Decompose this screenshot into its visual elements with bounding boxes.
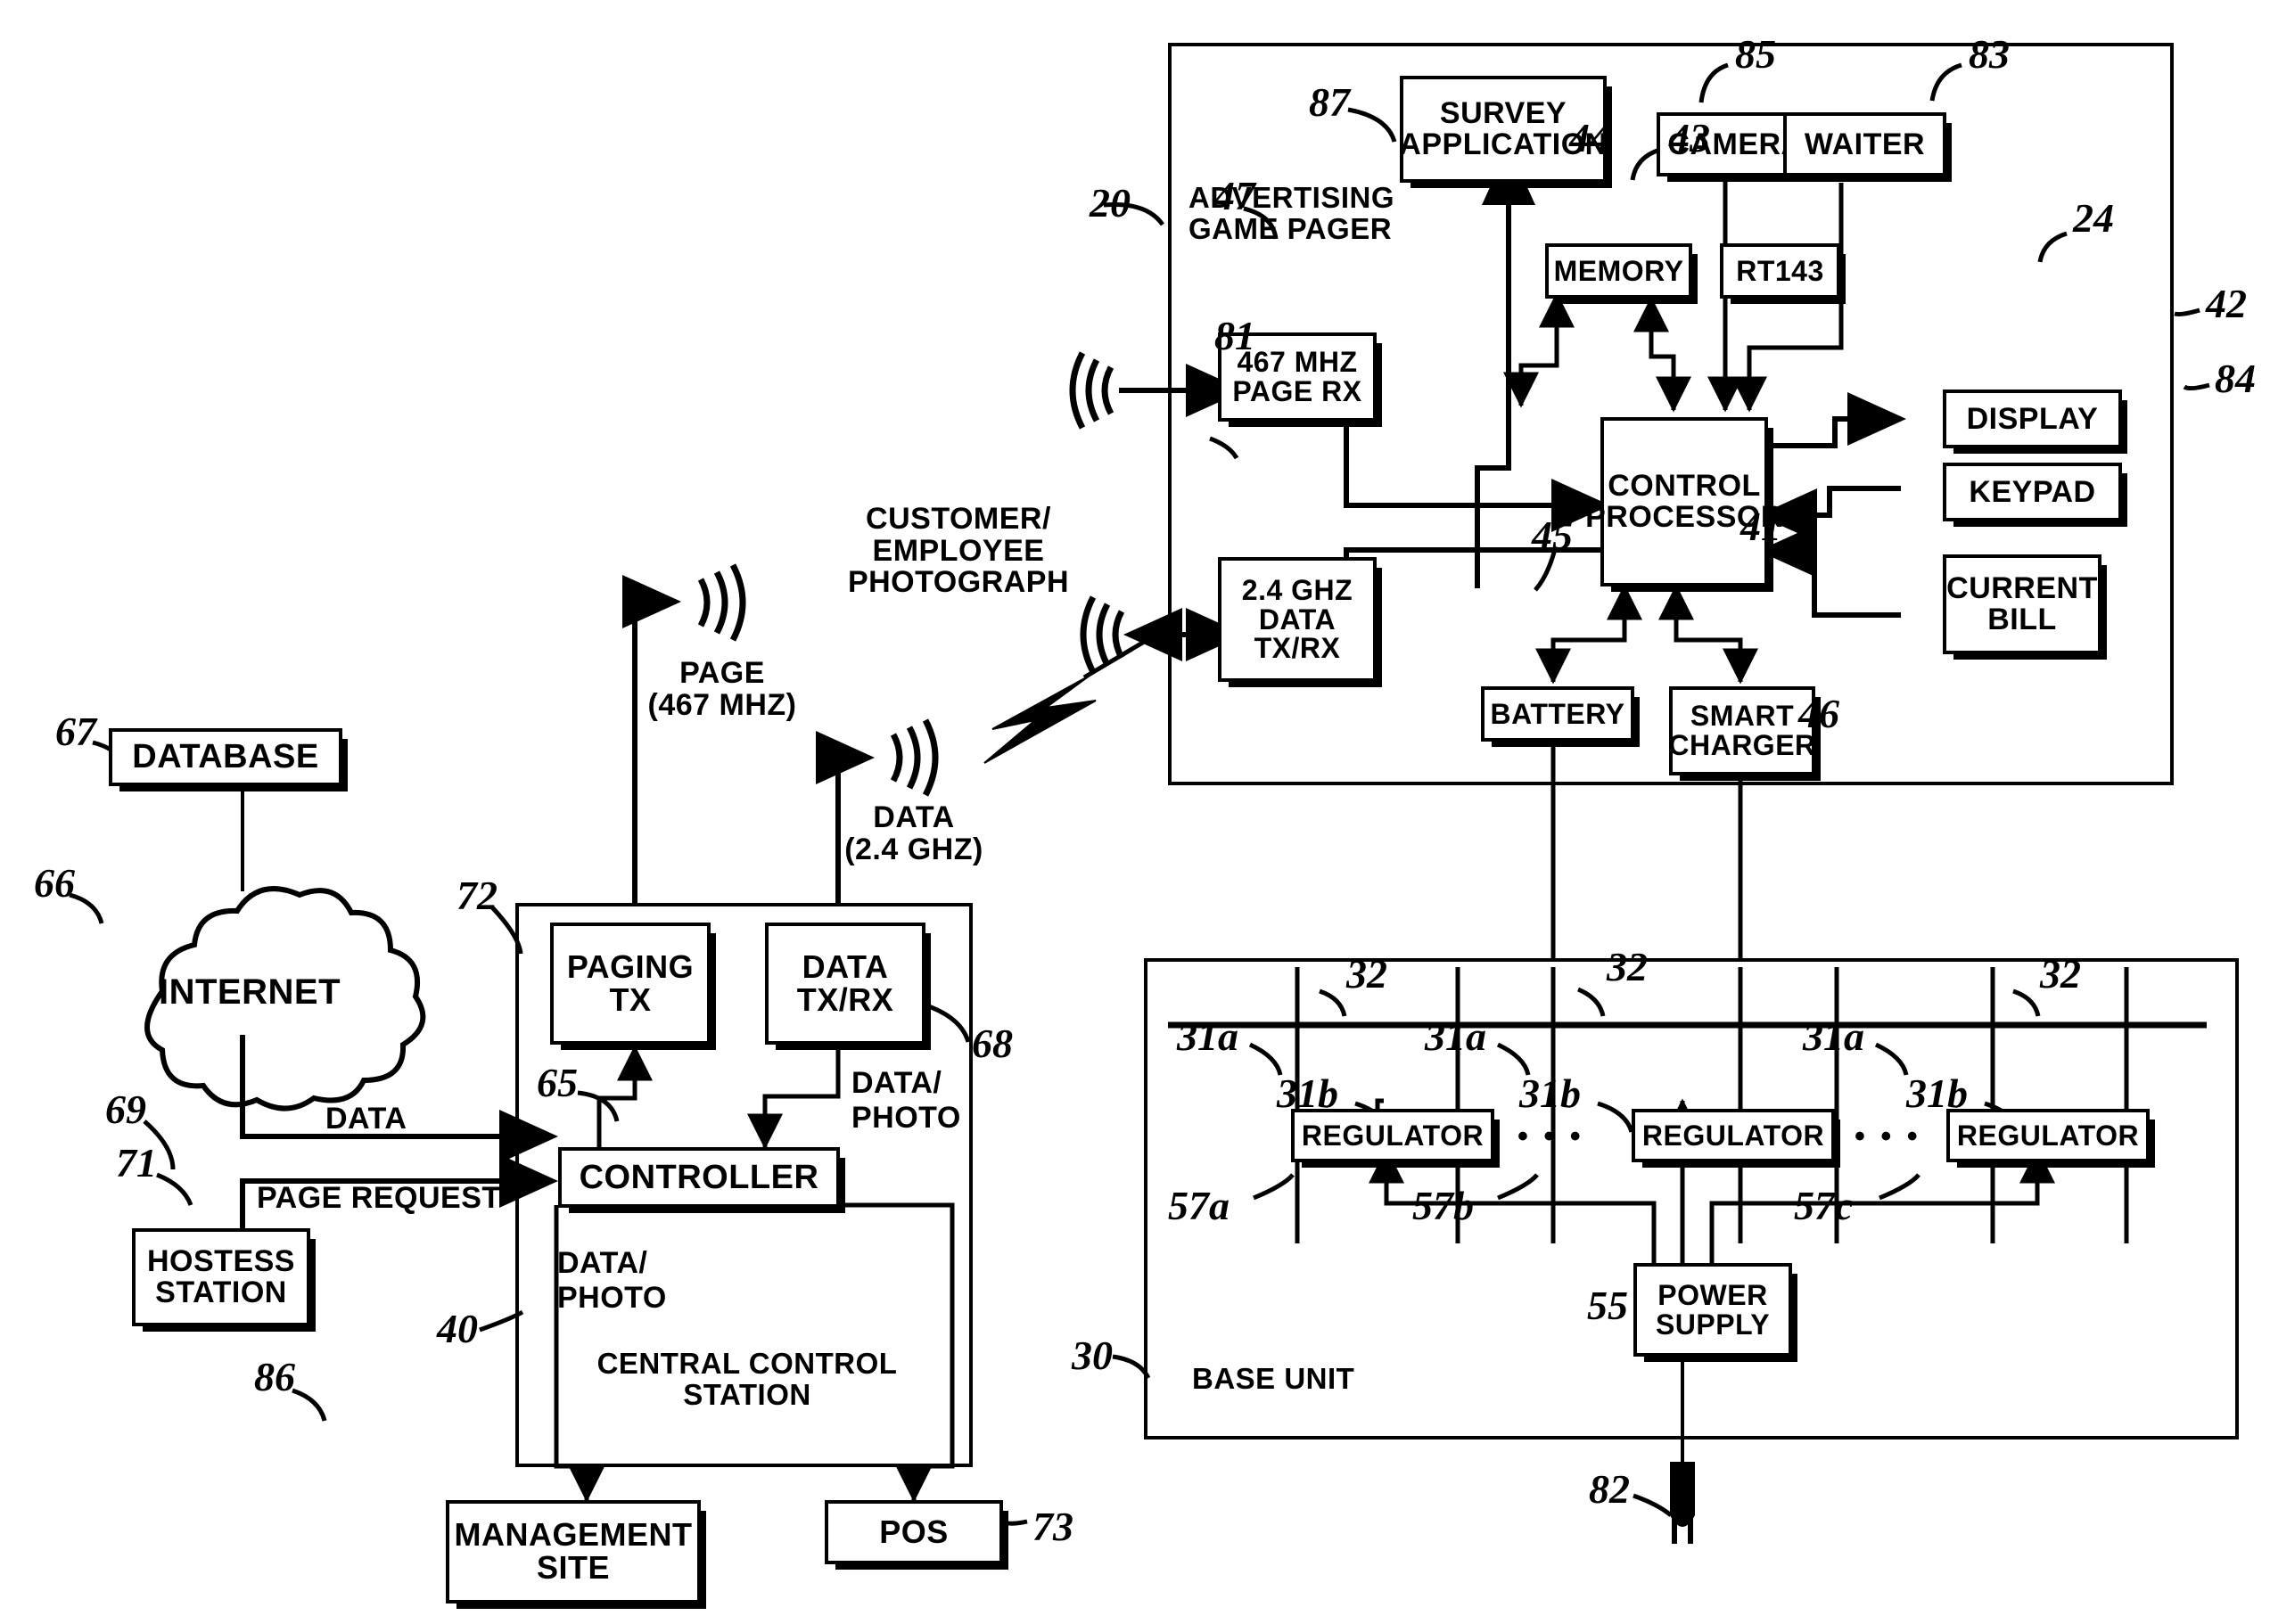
- management-site-label: MANAGEMENT SITE: [454, 1516, 693, 1586]
- data-tx-rx-label: DATA TX/RX: [796, 947, 894, 1018]
- data-transceiver-block[interactable]: 2.4 GHZ DATA TX/RX: [1218, 557, 1377, 682]
- regulator-2-label: REGULATOR: [1641, 1119, 1825, 1152]
- hostess-station-block[interactable]: HOSTESS STATION: [132, 1228, 310, 1326]
- battery-block[interactable]: BATTERY: [1481, 686, 1634, 742]
- controller-block[interactable]: CONTROLLER: [558, 1147, 840, 1208]
- controller-label: CONTROLLER: [579, 1158, 819, 1196]
- regulator-1-label: REGULATOR: [1301, 1119, 1485, 1152]
- data-photo-right-label: DATA/ PHOTO: [851, 1066, 961, 1136]
- regulator-3-label: REGULATOR: [1956, 1119, 2140, 1152]
- ref-24: 24: [2073, 195, 2114, 241]
- data-tx-rx-block[interactable]: DATA TX/RX: [765, 923, 925, 1045]
- smart-charger-block[interactable]: SMART CHARGER: [1668, 686, 1815, 775]
- ref-57a: 57a: [1168, 1183, 1230, 1228]
- management-site-block[interactable]: MANAGEMENT SITE: [446, 1500, 701, 1603]
- ref-31b-bay1: 31b: [1277, 1070, 1338, 1116]
- smart-charger-label: SMART CHARGER: [1668, 700, 1816, 761]
- waiter-block[interactable]: WAITER: [1783, 112, 1946, 176]
- data-photo-left-label: DATA/ PHOTO: [557, 1246, 667, 1316]
- internet-cloud-label: INTERNET: [159, 972, 341, 1012]
- ref-20: 20: [1090, 180, 1131, 226]
- ref-71: 71: [116, 1140, 157, 1185]
- patent-figure: ADVERTISING GAME PAGER BASE UNIT CENTRAL…: [0, 0, 2270, 1624]
- memory-label: MEMORY: [1553, 254, 1684, 287]
- ref-87: 87: [1309, 79, 1350, 125]
- pos-label: POS: [879, 1513, 949, 1550]
- customer-photo-label: CUSTOMER/ EMPLOYEE PHOTOGRAPH: [847, 502, 1070, 600]
- database-block[interactable]: DATABASE: [109, 728, 342, 786]
- regulator-3-block[interactable]: REGULATOR: [1946, 1109, 2150, 1162]
- ref-47: 47: [1214, 173, 1255, 218]
- ref-32-bay1: 32: [1346, 951, 1387, 997]
- ref-32-bay2: 32: [1607, 944, 1648, 989]
- ref-81: 81: [1214, 313, 1255, 358]
- keypad-label: KEYPAD: [1969, 474, 2096, 509]
- ref-66: 66: [34, 860, 75, 906]
- ref-30: 30: [1072, 1333, 1113, 1378]
- hostess-station-label: HOSTESS STATION: [147, 1244, 295, 1309]
- ref-32-bay3: 32: [2040, 951, 2081, 997]
- control-processor-block[interactable]: CONTROL PROCESSOR: [1585, 417, 1782, 586]
- ref-65: 65: [537, 1060, 578, 1105]
- waiter-label: WAITER: [1804, 127, 1926, 161]
- ref-40: 40: [437, 1306, 478, 1351]
- display-label: DISPLAY: [1966, 401, 2099, 436]
- base-unit-title: BASE UNIT: [1192, 1362, 1355, 1395]
- ref-85: 85: [1735, 31, 1776, 77]
- rt143-block[interactable]: RT143: [1720, 243, 1840, 299]
- memory-block[interactable]: MEMORY: [1545, 243, 1692, 299]
- keypad-block[interactable]: KEYPAD: [1943, 463, 2122, 521]
- pos-block[interactable]: POS: [825, 1500, 1003, 1564]
- battery-label: BATTERY: [1490, 697, 1625, 730]
- power-supply-block[interactable]: POWER SUPPLY: [1633, 1263, 1792, 1357]
- ref-69: 69: [105, 1087, 146, 1132]
- regulator-1-block[interactable]: REGULATOR: [1291, 1109, 1494, 1162]
- ref-73: 73: [1032, 1504, 1073, 1549]
- ref-83: 83: [1969, 31, 2010, 77]
- ref-31a-bay2: 31a: [1425, 1013, 1486, 1059]
- ref-31a-bay1: 31a: [1177, 1013, 1238, 1059]
- paging-tx-block[interactable]: PAGING TX: [550, 923, 711, 1045]
- ref-31a-bay3: 31a: [1803, 1013, 1864, 1059]
- regulator-2-block[interactable]: REGULATOR: [1632, 1109, 1835, 1162]
- page-rf-label: PAGE (467 MHZ): [647, 656, 797, 722]
- base-unit-ellipsis-1: • • •: [1517, 1120, 1584, 1153]
- database-label: DATABASE: [132, 738, 319, 776]
- ref-57c: 57c: [1794, 1183, 1854, 1228]
- ref-55: 55: [1587, 1283, 1628, 1328]
- ref-68: 68: [972, 1021, 1013, 1066]
- central-control-station-title: CENTRAL CONTROL STATION: [596, 1347, 898, 1411]
- power-supply-label: POWER SUPPLY: [1655, 1278, 1771, 1341]
- ref-31b-bay2: 31b: [1519, 1070, 1581, 1116]
- ref-44: 44: [1569, 115, 1610, 160]
- ref-41: 41: [1740, 504, 1781, 549]
- data-rf-label: DATA (2.4 GHZ): [844, 800, 983, 866]
- data-link-label: DATA: [325, 1102, 407, 1136]
- ref-46: 46: [1798, 691, 1839, 736]
- display-block[interactable]: DISPLAY: [1943, 390, 2122, 448]
- data-transceiver-label: 2.4 GHZ DATA TX/RX: [1241, 574, 1353, 665]
- ref-43: 43: [1669, 115, 1710, 160]
- current-bill-label: CURRENT BILL: [1946, 571, 2098, 636]
- paging-tx-label: PAGING TX: [566, 947, 695, 1018]
- ref-84: 84: [2215, 356, 2256, 401]
- page-request-label: PAGE REQUEST: [257, 1181, 501, 1215]
- ref-45: 45: [1532, 513, 1573, 558]
- ref-42: 42: [2206, 281, 2247, 326]
- ref-31b-bay3: 31b: [1906, 1070, 1968, 1116]
- ref-86: 86: [254, 1354, 295, 1399]
- ref-82: 82: [1589, 1466, 1630, 1512]
- rt143-label: RT143: [1736, 254, 1824, 287]
- current-bill-block[interactable]: CURRENT BILL: [1943, 554, 2101, 654]
- ref-67: 67: [55, 709, 96, 754]
- base-unit-ellipsis-2: • • •: [1855, 1120, 1921, 1153]
- ref-57b: 57b: [1412, 1183, 1474, 1228]
- ref-72: 72: [456, 873, 498, 918]
